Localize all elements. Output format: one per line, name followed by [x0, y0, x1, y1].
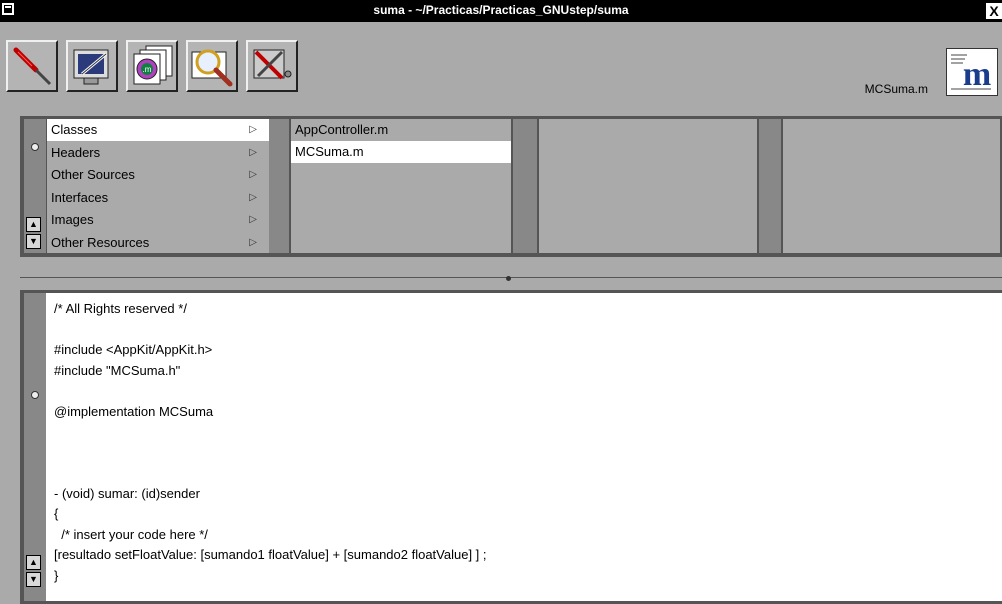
category-item[interactable]: Classes ▷ — [47, 119, 269, 141]
code-line: #include "MCSuma.h" — [54, 362, 181, 378]
split-view-divider[interactable] — [20, 256, 1002, 278]
category-item[interactable]: Headers ▷ — [47, 142, 269, 164]
code-editor[interactable]: /* All Rights reserved */ #include <AppKi… — [46, 293, 1002, 601]
code-line: @implementation MCSuma — [54, 403, 214, 419]
expand-arrow-icon: ▷ — [249, 236, 257, 248]
category-label: Other Resources — [51, 234, 150, 250]
toolbar: .m MCSuma.m m — [0, 22, 1002, 114]
files-button[interactable]: .m — [126, 40, 178, 92]
category-label: Classes — [51, 122, 98, 137]
category-item[interactable]: Images ▷ — [47, 209, 269, 231]
editor-scrollbar[interactable]: ▲ ▼ — [24, 293, 46, 601]
editor-scroll-knob[interactable] — [31, 391, 39, 399]
category-label: Other Sources — [51, 167, 135, 182]
expand-arrow-icon: ▷ — [249, 214, 257, 225]
build-button[interactable] — [6, 40, 58, 92]
tools-icon — [253, 49, 292, 80]
inspector-button[interactable] — [66, 40, 118, 92]
category-column-scrollbar[interactable] — [269, 119, 289, 253]
scroll-down-button[interactable]: ▼ — [26, 234, 41, 249]
category-item[interactable]: Other Resources ▷ — [47, 232, 269, 254]
close-button[interactable]: X — [986, 3, 1002, 19]
code-line: /* All Rights reserved */ — [54, 301, 187, 316]
svg-text:m: m — [963, 56, 991, 93]
scroll-knob[interactable] — [31, 143, 39, 151]
files-column-scrollbar[interactable] — [513, 119, 537, 253]
category-item[interactable]: Interfaces ▷ — [47, 187, 269, 209]
empty-column-3 — [539, 119, 757, 253]
objc-m-file-icon: m — [946, 48, 998, 96]
code-line: - (void) sumar: (id)sender — [54, 485, 200, 501]
file-m-icon: .m — [133, 45, 173, 85]
expand-arrow-icon: ▷ — [249, 124, 257, 135]
magnifier-icon — [191, 49, 233, 87]
category-column: Classes ▷ Headers ▷ Other Sources ▷ Interfaces… — [47, 119, 269, 253]
category-label: Headers — [51, 144, 101, 160]
svg-text:.m: .m — [143, 65, 152, 74]
code-line: [resultado setFloatValue: [sumando1 floa… — [54, 547, 487, 562]
empty-column-4 — [783, 119, 1000, 253]
browser-scrollbar[interactable]: ▲ ▼ — [24, 119, 46, 253]
code-line: } — [54, 567, 59, 583]
current-file-label: MCSuma.m — [864, 82, 928, 96]
launch-button[interactable] — [246, 40, 298, 92]
split-handle[interactable] — [506, 276, 511, 281]
expand-arrow-icon: ▷ — [249, 169, 257, 180]
screwdriver-icon — [13, 47, 52, 86]
find-button[interactable] — [186, 40, 238, 92]
scroll-up-button[interactable]: ▲ — [26, 217, 41, 232]
monitor-pen-icon — [73, 49, 109, 85]
code-line: /* insert your code here */ — [54, 526, 208, 542]
column-3-scrollbar[interactable] — [759, 119, 781, 253]
category-label: Interfaces — [51, 189, 109, 205]
code-line: { — [54, 506, 59, 521]
editor-scroll-down-button[interactable]: ▼ — [26, 572, 41, 587]
category-item[interactable]: Other Sources ▷ — [47, 164, 269, 186]
expand-arrow-icon: ▷ — [249, 191, 257, 203]
editor-scroll-up-button[interactable]: ▲ — [26, 555, 41, 570]
window-title: suma - ~/Practicas/Practicas_GNUstep/sum… — [373, 3, 629, 17]
file-item[interactable]: MCSuma.m — [291, 141, 511, 163]
category-label: Images — [51, 212, 94, 227]
title-bar[interactable]: suma - ~/Practicas/Practicas_GNUstep/sum… — [0, 0, 1002, 22]
code-line: #include <AppKit/AppKit.h> — [54, 342, 213, 357]
expand-arrow-icon: ▷ — [249, 146, 257, 158]
file-item[interactable]: AppController.m — [291, 119, 511, 141]
files-column: AppController.m MCSuma.m — [291, 119, 511, 253]
